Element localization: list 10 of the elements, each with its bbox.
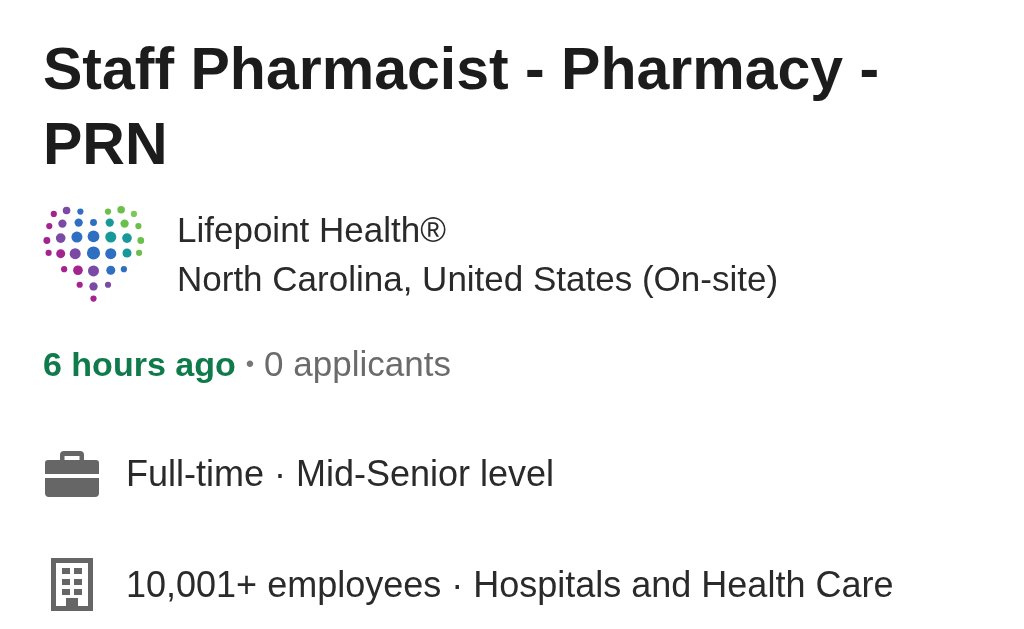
company-name[interactable]: Lifepoint Health® [177, 205, 779, 254]
briefcase-icon [44, 450, 99, 497]
job-insight-text: Full-time · Mid-Senior level [126, 451, 555, 496]
job-location: North Carolina, United States (On-site) [177, 258, 779, 300]
applicant-count: 0 applicants [264, 343, 451, 385]
job-insight-text: 10,001+ employees · Hospitals and Health Care [126, 562, 894, 607]
job-title: Staff Pharmacist - Pharmacy - PRN [43, 35, 881, 179]
separator-dot: • [245, 349, 255, 379]
posted-time: 6 hours ago [43, 344, 236, 385]
building-icon [50, 558, 93, 611]
